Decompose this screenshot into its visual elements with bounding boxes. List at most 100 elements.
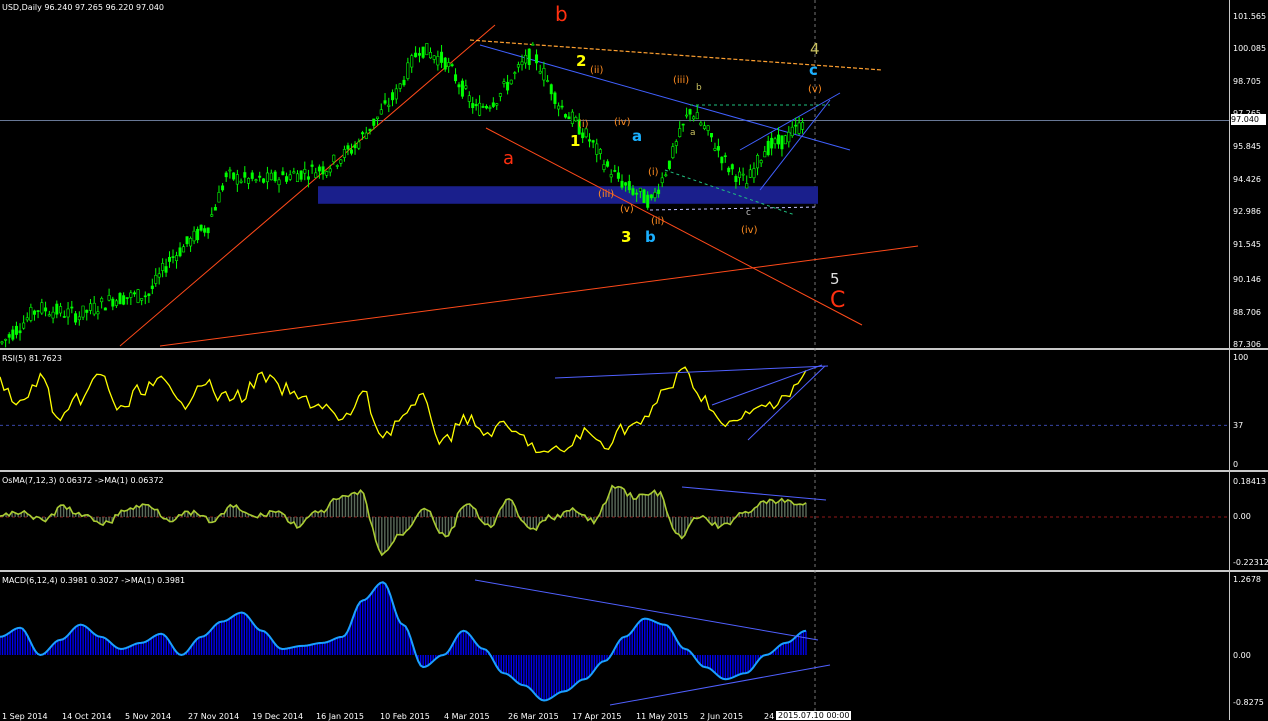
candle-body — [440, 51, 444, 63]
candle-body — [443, 57, 447, 70]
candle-body — [467, 95, 471, 102]
candle-body — [66, 308, 70, 318]
candle-body — [457, 84, 461, 88]
candle-body — [303, 169, 307, 174]
candle-body — [660, 177, 664, 184]
candle-body — [674, 141, 678, 146]
candle-body — [36, 310, 40, 312]
rsi-trendline — [554, 365, 829, 379]
candle-body — [406, 62, 410, 79]
candle-body — [328, 168, 332, 173]
candle-body — [495, 103, 499, 106]
wave-label: 1 — [570, 132, 581, 150]
macd-tick: -0.8275 — [1233, 698, 1264, 707]
candle-body — [471, 103, 475, 109]
candle-body — [710, 132, 714, 138]
candle-body — [474, 104, 478, 107]
candle-body — [649, 194, 653, 199]
price-tick: 92.986 — [1233, 207, 1261, 216]
candle-body — [538, 70, 542, 74]
candle-body — [262, 178, 266, 183]
candle-body — [695, 112, 699, 120]
candle-body — [295, 173, 299, 183]
wave-label: c — [746, 208, 751, 218]
candle-body — [574, 117, 578, 122]
candle-body — [232, 172, 236, 180]
candle-body — [281, 171, 285, 176]
candle-body — [777, 134, 781, 145]
price-header: USD,Daily 96.240 97.265 96.220 97.040 — [2, 3, 165, 12]
candle-body — [616, 172, 620, 179]
candle-body — [794, 124, 798, 127]
price-tick: 91.545 — [1233, 240, 1261, 249]
candle-body — [741, 173, 745, 176]
crosshair-date-label: 2015.07.10 00:00 — [776, 711, 852, 720]
candle-body — [481, 106, 485, 108]
candle-body — [421, 46, 425, 58]
candle-body — [306, 176, 310, 180]
candle-body — [692, 116, 696, 120]
candle-body — [581, 132, 585, 139]
candle-body — [631, 188, 635, 195]
candle-body — [51, 311, 55, 319]
candle-body — [368, 128, 372, 132]
wave-label: (iii) — [673, 75, 690, 86]
wave-label: a — [503, 148, 515, 169]
candle-body — [699, 122, 703, 126]
candle-body — [85, 309, 89, 313]
candle-body — [310, 164, 314, 167]
candle-body — [450, 64, 454, 67]
candle-body — [706, 125, 710, 131]
candle-body — [32, 310, 36, 315]
candle-body — [524, 54, 528, 64]
candle-body — [178, 247, 182, 257]
candle-body — [0, 341, 4, 344]
wave-label: (iv) — [614, 117, 631, 128]
candle-body — [62, 316, 66, 318]
candle-body — [182, 246, 186, 253]
candle-body — [339, 159, 343, 164]
candle-body — [685, 114, 689, 117]
candle-body — [727, 167, 731, 173]
candle-body — [546, 80, 550, 82]
candle-body — [40, 302, 44, 314]
candle-body — [299, 170, 303, 180]
candle-body — [460, 80, 464, 97]
wave-label: b — [555, 2, 568, 26]
candle-body — [96, 311, 100, 315]
candle-body — [346, 145, 350, 150]
candle-body — [642, 189, 646, 203]
candle-body — [681, 123, 685, 126]
wave-label: 4 — [810, 40, 820, 58]
candle-body — [627, 181, 631, 191]
wave-label: a — [690, 128, 696, 138]
candle-body — [317, 166, 321, 172]
candle-body — [224, 172, 228, 178]
candle-body — [391, 92, 395, 101]
candle-body — [332, 154, 336, 163]
candle-body — [738, 171, 742, 178]
candle-body — [269, 172, 273, 181]
candle-body — [638, 187, 642, 192]
candle-body — [277, 179, 281, 186]
candle-body — [398, 83, 402, 89]
wave-label: 3 — [621, 228, 632, 246]
candle-body — [598, 149, 602, 154]
candle-body — [436, 56, 440, 66]
candle-body — [196, 228, 200, 241]
candle-body — [92, 302, 96, 315]
candle-body — [357, 141, 361, 149]
wave-label: (iv) — [741, 225, 758, 236]
candle-body — [478, 102, 482, 116]
candle-body — [150, 285, 154, 289]
candle-body — [646, 194, 650, 208]
candle-body — [506, 81, 510, 91]
chart-canvas[interactable] — [0, 0, 1268, 720]
candle-body — [383, 100, 387, 104]
candle-body — [801, 122, 805, 130]
macd-tick: 0.00 — [1233, 651, 1251, 660]
candle-body — [372, 118, 376, 126]
candle-body — [429, 52, 433, 59]
candle-body — [402, 79, 406, 86]
wave-label: c — [809, 61, 818, 79]
